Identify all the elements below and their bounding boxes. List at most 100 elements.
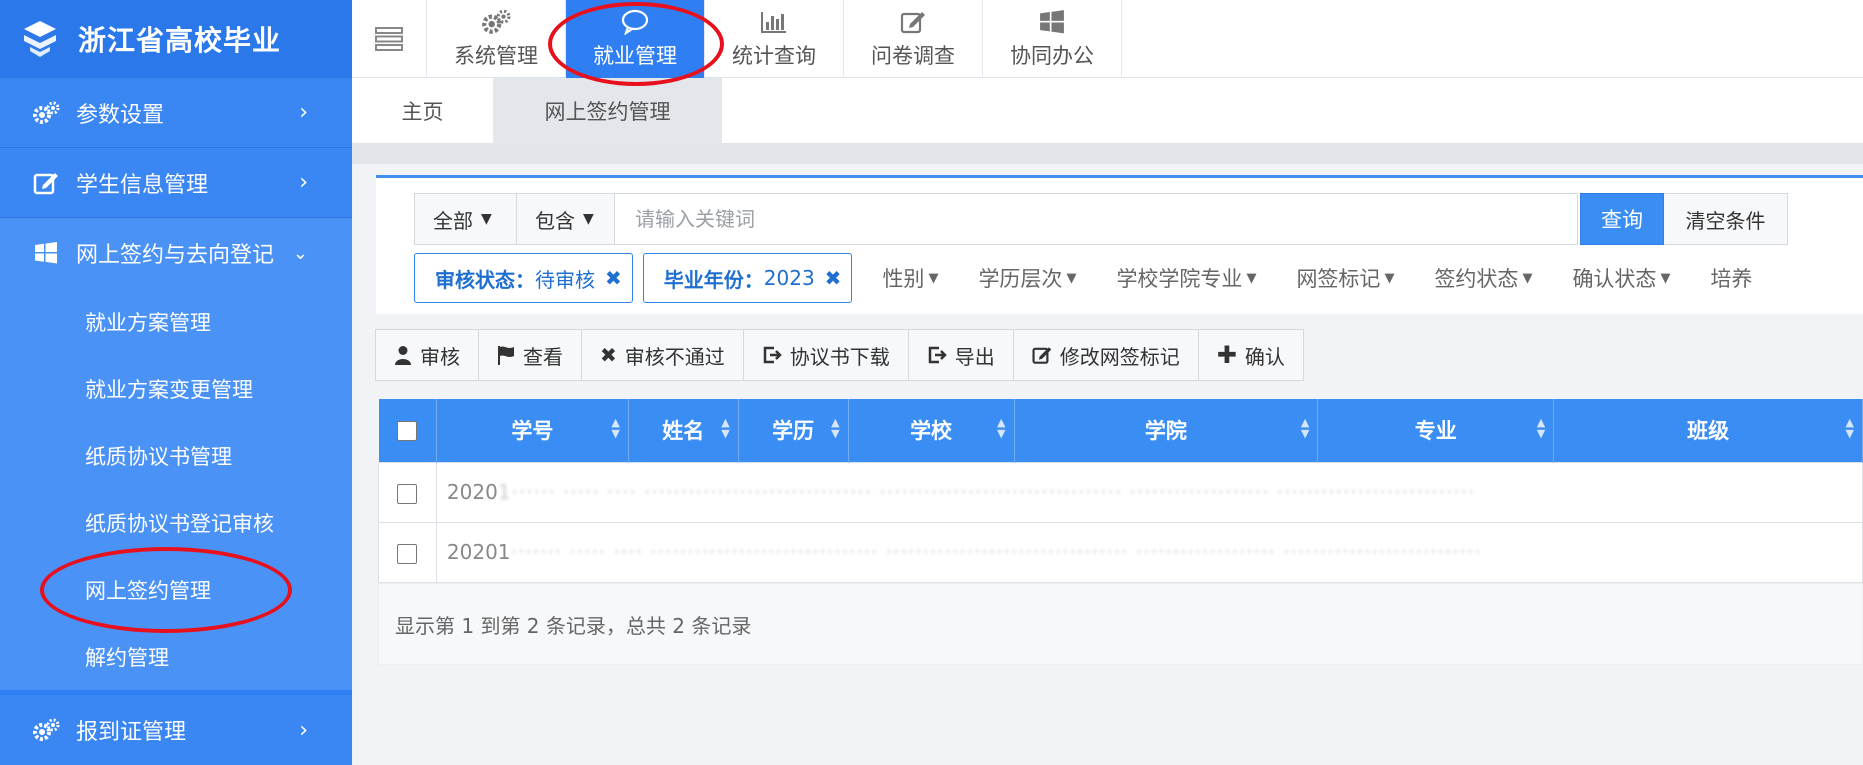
windows-icon [30,239,62,267]
sidebar-item-report-card[interactable]: 报到证管理 › [0,695,352,765]
column-header[interactable]: 专业 ▲ ▼ [1317,399,1555,462]
clear-filters-button[interactable]: 清空条件 [1664,193,1788,245]
masked-content: ······· ····· ···· ·····················… [510,540,1482,564]
menu-toggle-button[interactable] [352,0,427,78]
filter-confirm-status[interactable]: 确认状态 ▼ [1572,263,1670,293]
close-icon[interactable]: ✖ [825,266,842,290]
bar-chart-icon [760,8,788,36]
tab-home[interactable]: 主页 [352,78,493,144]
caret-down-icon: ▼ [1384,270,1395,286]
submenu-item-plan[interactable]: 就业方案管理 [0,288,352,355]
row-checkbox[interactable] [397,543,418,564]
masked-content: 1······ ····· ···· ·····················… [497,480,1476,504]
column-header[interactable]: 班级 ▲ ▼ [1553,399,1863,462]
topnav-label: 系统管理 [454,44,538,68]
column-header[interactable]: 学院 ▲ ▼ [1014,399,1319,462]
query-button[interactable]: 查询 [1580,193,1664,245]
sidebar-item-student-info[interactable]: 学生信息管理 › [0,148,352,218]
hamburger-icon [375,27,403,51]
topnav-system[interactable]: 系统管理 [427,0,566,78]
filter-education-level[interactable]: 学历层次 ▼ [978,263,1076,293]
sort-icon: ▲ ▼ [721,416,730,440]
row-checkbox[interactable] [397,483,418,504]
chip-review-status[interactable]: 审核状态： 待审核 ✖ [414,253,633,303]
edit-icon [900,8,926,36]
scope-dropdown[interactable]: 全部 ▼ [414,193,517,245]
filter-gender[interactable]: 性别 ▼ [882,263,938,293]
topnav-collaboration[interactable]: 协同办公 [983,0,1122,78]
filter-panel: 全部 ▼ 包含 ▼ 查询 清空条件 审核状态： 待审核 ✖ 毕业年份： 2023… [376,175,1863,314]
keyword-input[interactable] [615,193,1578,245]
match-dropdown[interactable]: 包含 ▼ [517,193,615,245]
chevron-down-icon: ⌄ [292,242,308,264]
export-button[interactable]: 导出 [907,329,1014,381]
button-label: 审核 [420,344,460,369]
column-header[interactable]: 学号 ▲ ▼ [436,399,629,462]
topnav-statistics[interactable]: 统计查询 [705,0,844,78]
scope-value: 全部 [433,208,473,233]
sidebar-item-label: 参数设置 [76,102,165,128]
filter-label: 签约状态 [1434,267,1519,291]
column-header[interactable]: 学历 ▲ ▼ [738,399,849,462]
column-label: 学院 [1144,419,1187,444]
column-label: 专业 [1414,419,1457,444]
topnav-survey[interactable]: 问卷调查 [844,0,983,78]
caret-down-icon: ▼ [583,211,594,227]
flag-icon [497,345,515,365]
column-label: 学号 [511,419,554,444]
top-navigation: 系统管理 就业管理 统计查询 问卷调查 协同办公 [352,0,1863,78]
filter-sign-mark[interactable]: 网签标记 ▼ [1296,263,1394,293]
plus-icon: ✚ [1216,341,1237,369]
sort-icon: ▲ ▼ [1300,416,1310,440]
table-row[interactable]: 20201······ ····· ···· ·················… [378,461,1863,523]
submenu-item-termination[interactable]: 解约管理 [0,623,352,690]
sidebar-item-online-signing[interactable]: 网上签约与去向登记 ⌄ [0,218,352,288]
button-label: 审核不通过 [624,344,725,369]
column-header[interactable]: 姓名 ▲ ▼ [628,399,739,462]
filter-school-major[interactable]: 学校学院专业 ▼ [1116,263,1256,293]
gears-icon [30,99,62,127]
caret-down-icon: ▼ [1066,270,1077,286]
topnav-label: 协同办公 [1010,44,1094,68]
export-icon [762,345,782,365]
submenu: 就业方案管理 就业方案变更管理 纸质协议书管理 纸质协议书登记审核 网上签约管理… [0,288,352,690]
download-agreement-button[interactable]: 协议书下载 [742,329,909,381]
filter-label: 学历层次 [978,267,1063,291]
edit-sign-mark-button[interactable]: 修改网签标记 [1012,329,1199,381]
chevron-right-icon: › [299,170,308,195]
sort-icon: ▲ ▼ [611,416,620,440]
filter-training[interactable]: 培养 [1710,263,1752,293]
tab-online-signing[interactable]: 网上签约管理 [493,78,722,144]
select-all-checkbox[interactable] [397,421,418,442]
submenu-item-online-signing[interactable]: 网上签约管理 [0,556,352,623]
submenu-item-paper-agreement[interactable]: 纸质协议书管理 [0,422,352,489]
student-id: 2020 [446,480,498,504]
row-checkbox-cell [378,521,437,583]
table-row[interactable]: 20201······· ····· ···· ················… [378,521,1863,583]
sidebar-item-params[interactable]: 参数设置 › [0,78,352,148]
brand: 浙江省高校毕业 [0,0,352,78]
confirm-button[interactable]: ✚ 确认 [1197,329,1304,381]
button-label: 确认 [1244,344,1285,369]
sort-icon: ▲ ▼ [1536,416,1546,440]
search-row: 全部 ▼ 包含 ▼ 查询 清空条件 [414,193,1788,245]
match-value: 包含 [535,208,575,233]
review-button[interactable]: 审核 [375,329,479,381]
filter-sign-status[interactable]: 签约状态 ▼ [1434,263,1532,293]
reject-button[interactable]: ✖ 审核不通过 [581,329,744,381]
windows-icon [1039,8,1065,36]
button-label: 修改网签标记 [1059,344,1180,369]
topnav-employment[interactable]: 就业管理 [566,0,705,78]
submenu-item-paper-review[interactable]: 纸质协议书登记审核 [0,489,352,556]
button-label: 导出 [954,344,995,369]
filter-label: 培养 [1710,267,1753,291]
close-icon[interactable]: ✖ [605,266,622,290]
select-all-cell [378,399,437,462]
divider [352,144,1863,164]
chip-graduation-year[interactable]: 毕业年份： 2023 ✖ [642,253,853,303]
close-icon: ✖ [600,343,617,367]
view-button[interactable]: 查看 [478,329,582,381]
column-header[interactable]: 学校 ▲ ▼ [848,399,1015,462]
submenu-item-plan-change[interactable]: 就业方案变更管理 [0,355,352,422]
topnav-label: 就业管理 [593,44,677,68]
